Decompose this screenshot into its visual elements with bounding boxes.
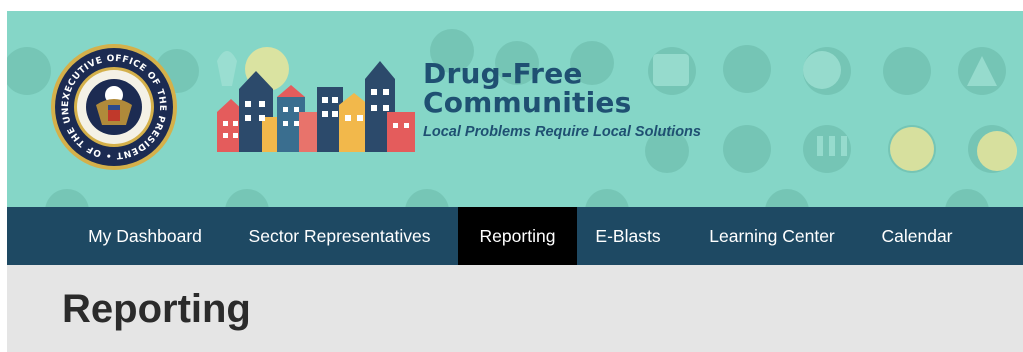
header-banner: EXECUTIVE OFFICE OF THE PRESIDENT • OF T… [7, 11, 1023, 207]
main-nav: My Dashboard Sector Representatives Repo… [7, 207, 1023, 265]
nav-item-e-blasts[interactable]: E-Blasts [579, 207, 677, 265]
community-skyline-logo [217, 61, 415, 152]
nav-item-reporting[interactable]: Reporting [458, 207, 577, 265]
brand-tagline: Local Problems Require Local Solutions [423, 124, 701, 140]
nav-item-my-dashboard[interactable]: My Dashboard [60, 207, 230, 265]
page-frame: EXECUTIVE OFFICE OF THE PRESIDENT • OF T… [7, 11, 1023, 352]
page-title: Reporting [62, 287, 251, 331]
nav-item-calendar[interactable]: Calendar [865, 207, 969, 265]
brand-block: Drug-Free Communities Local Problems Req… [423, 59, 701, 140]
nav-item-learning-center[interactable]: Learning Center [687, 207, 857, 265]
nav-item-sector-representatives[interactable]: Sector Representatives [230, 207, 449, 265]
executive-office-seal: EXECUTIVE OFFICE OF THE PRESIDENT • OF T… [50, 43, 177, 170]
brand-title: Drug-Free Communities [423, 59, 683, 117]
brand-title-line2: Communities [423, 86, 632, 119]
brand-title-line1: Drug-Free [423, 57, 583, 90]
page-title-bar: Reporting [7, 265, 1023, 352]
